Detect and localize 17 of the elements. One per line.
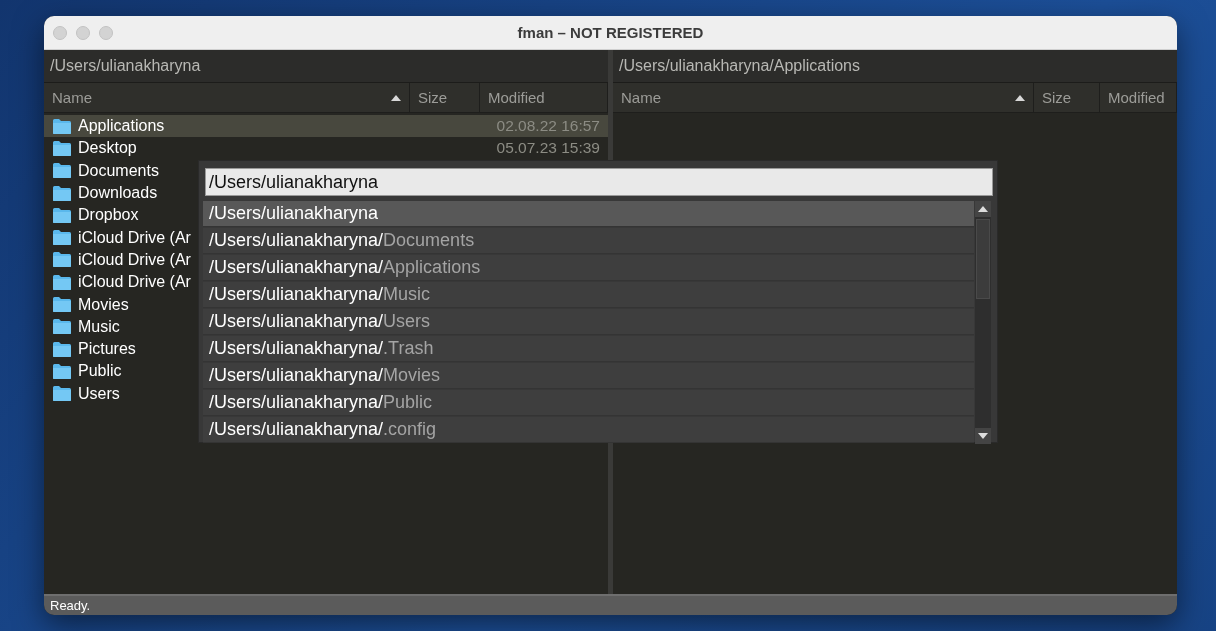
file-name: Users (78, 384, 120, 403)
file-name: Applications (78, 117, 165, 136)
file-name: Dropbox (78, 206, 139, 225)
file-name: Movies (78, 295, 129, 314)
file-name: Desktop (78, 139, 137, 158)
file-name: Documents (78, 161, 159, 180)
file-name: iCloud Drive (Ar (78, 250, 191, 269)
window-title: fman – NOT REGISTERED (517, 24, 704, 41)
file-name: Music (78, 317, 120, 336)
modified-date: 05.07.23 15:39 (496, 139, 600, 157)
file-name: Downloads (78, 184, 158, 203)
file-name: Public (78, 362, 122, 381)
file-name: Pictures (78, 340, 136, 359)
file-name: iCloud Drive (Ar (78, 228, 191, 247)
file-name: iCloud Drive (Ar (78, 273, 191, 292)
modified-date: 02.08.22 16:57 (496, 117, 600, 135)
status-text: Ready. (50, 598, 91, 613)
